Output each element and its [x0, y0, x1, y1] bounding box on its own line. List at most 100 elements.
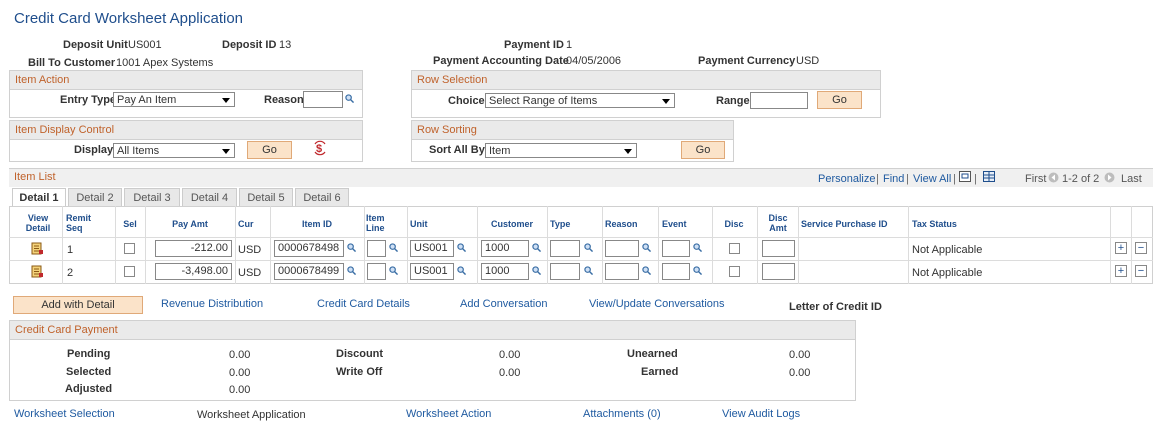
lookup-icon[interactable]: [693, 243, 702, 252]
previous-icon[interactable]: [1048, 172, 1059, 183]
payment-id-label: Payment ID: [504, 39, 564, 51]
view-all-link[interactable]: View All: [913, 173, 951, 185]
reason-row-input[interactable]: [605, 263, 639, 280]
refresh-icon[interactable]: $: [313, 140, 327, 156]
credit-card-payment-title: Credit Card Payment: [10, 321, 855, 340]
item-line-input[interactable]: [367, 240, 386, 257]
sort-go-button[interactable]: Go: [681, 141, 725, 159]
item-line-input[interactable]: [367, 263, 386, 280]
pay-amt-input[interactable]: -212.00: [155, 240, 232, 257]
selected-label: Selected: [66, 366, 112, 378]
lookup-icon[interactable]: [693, 266, 702, 275]
tab-detail-6[interactable]: Detail 6: [295, 188, 349, 206]
remit-seq: 2: [67, 267, 74, 279]
view-detail-icon[interactable]: [31, 242, 44, 255]
row-selection-go-button[interactable]: Go: [817, 91, 862, 109]
write-off-label: Write Off: [336, 366, 383, 378]
reason-input[interactable]: [303, 91, 343, 108]
tab-detail-2[interactable]: Detail 2: [68, 188, 122, 206]
item-id-input[interactable]: 0000678498: [274, 240, 344, 257]
bill-to-label: Bill To Customer: [28, 57, 116, 69]
add-row-button[interactable]: +: [1115, 242, 1127, 254]
lookup-icon[interactable]: [642, 243, 651, 252]
reason-row-input[interactable]: [605, 240, 639, 257]
payment-date-value: 04/05/2006: [566, 55, 622, 67]
separator: |: [953, 173, 956, 185]
tab-detail-3[interactable]: Detail 3: [124, 188, 180, 206]
personalize-link[interactable]: Personalize: [818, 173, 875, 185]
sort-label: Sort All By: [429, 144, 485, 156]
lookup-icon[interactable]: [347, 243, 356, 252]
item-display-title: Item Display Control: [10, 121, 362, 140]
lookup-icon[interactable]: [457, 243, 466, 252]
pay-amt-input[interactable]: -3,498.00: [155, 263, 232, 280]
display-select[interactable]: All Items: [113, 143, 235, 158]
worksheet-action-link[interactable]: Worksheet Action: [406, 408, 491, 420]
disc-amt-input[interactable]: [762, 240, 795, 257]
view-detail-icon[interactable]: [31, 265, 44, 278]
item-id-input[interactable]: 0000678499: [274, 263, 344, 280]
grid-divider: [757, 206, 758, 284]
customer-input[interactable]: 1000: [481, 240, 529, 257]
unit-input[interactable]: US001: [410, 240, 454, 257]
revenue-distribution-link[interactable]: Revenue Distribution: [161, 298, 263, 310]
customer-input[interactable]: 1000: [481, 263, 529, 280]
delete-row-button[interactable]: −: [1135, 265, 1147, 277]
find-link[interactable]: Find: [883, 173, 904, 185]
unit-input[interactable]: US001: [410, 263, 454, 280]
add-with-detail-button[interactable]: Add with Detail: [13, 296, 143, 314]
reason-label: Reason: [264, 94, 304, 106]
zoom-icon[interactable]: [959, 171, 971, 182]
lookup-icon[interactable]: [642, 266, 651, 275]
tab-detail-4[interactable]: Detail 4: [182, 188, 237, 206]
display-go-button[interactable]: Go: [247, 141, 292, 159]
event-input[interactable]: [662, 263, 690, 280]
worksheet-application-current: Worksheet Application: [197, 409, 306, 421]
deposit-unit-label: Deposit Unit: [63, 39, 128, 51]
col-disc-amt: Disc Amt: [768, 213, 788, 233]
lookup-icon[interactable]: [389, 266, 398, 275]
view-audit-logs-link[interactable]: View Audit Logs: [722, 408, 800, 420]
tab-detail-1[interactable]: Detail 1: [12, 188, 66, 206]
entry-type-select[interactable]: Pay An Item: [113, 92, 235, 107]
lookup-icon[interactable]: [584, 243, 593, 252]
view-update-conversations-link[interactable]: View/Update Conversations: [589, 298, 725, 310]
disc-amt-input[interactable]: [762, 263, 795, 280]
lookup-icon[interactable]: [345, 94, 354, 103]
range-input[interactable]: [750, 92, 808, 109]
lookup-icon[interactable]: [532, 243, 541, 252]
col-disc: Disc: [724, 219, 744, 229]
add-conversation-link[interactable]: Add Conversation: [460, 298, 547, 310]
entry-type-label: Entry Type: [60, 94, 117, 106]
disc-checkbox[interactable]: [729, 266, 740, 277]
sort-select[interactable]: Item: [485, 143, 637, 158]
attachments-link[interactable]: Attachments (0): [583, 408, 661, 420]
next-icon[interactable]: [1104, 172, 1115, 183]
grid-download-icon[interactable]: [983, 171, 995, 182]
grid-divider: [658, 206, 659, 284]
choice-select[interactable]: Select Range of Items: [485, 93, 675, 108]
type-input[interactable]: [550, 240, 580, 257]
row-selection-title: Row Selection: [412, 71, 880, 90]
grid-divider: [712, 206, 713, 284]
adjusted-label: Adjusted: [65, 383, 113, 395]
separator: |: [906, 173, 909, 185]
grid-divider: [477, 206, 478, 284]
lookup-icon[interactable]: [389, 243, 398, 252]
credit-card-details-link[interactable]: Credit Card Details: [317, 298, 410, 310]
lookup-icon[interactable]: [457, 266, 466, 275]
event-input[interactable]: [662, 240, 690, 257]
lookup-icon[interactable]: [347, 266, 356, 275]
lookup-icon[interactable]: [584, 266, 593, 275]
lookup-icon[interactable]: [532, 266, 541, 275]
grid-divider: [9, 260, 1153, 261]
select-checkbox[interactable]: [124, 243, 135, 254]
disc-checkbox[interactable]: [729, 243, 740, 254]
worksheet-selection-link[interactable]: Worksheet Selection: [14, 408, 115, 420]
tab-detail-5[interactable]: Detail 5: [239, 188, 293, 206]
type-input[interactable]: [550, 263, 580, 280]
delete-row-button[interactable]: −: [1135, 242, 1147, 254]
separator: |: [876, 173, 879, 185]
select-checkbox[interactable]: [124, 266, 135, 277]
add-row-button[interactable]: +: [1115, 265, 1127, 277]
